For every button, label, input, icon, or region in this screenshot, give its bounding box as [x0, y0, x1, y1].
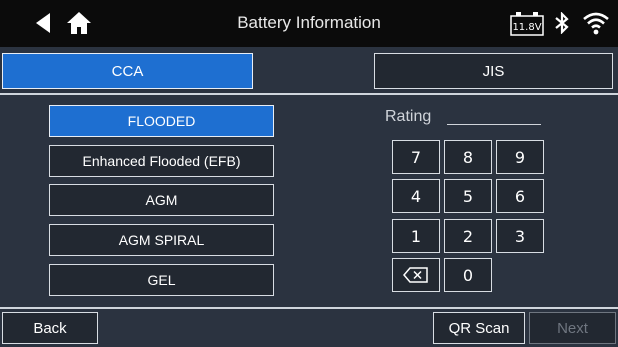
battery-voltage-icon: 11.8V [510, 12, 544, 36]
battery-type-efb[interactable]: Enhanced Flooded (EFB) [49, 145, 274, 177]
key-3[interactable]: 3 [496, 219, 544, 253]
battery-type-agm-spiral[interactable]: AGM SPIRAL [49, 224, 274, 256]
battery-type-gel[interactable]: GEL [49, 264, 274, 296]
backspace-key[interactable] [392, 258, 440, 292]
bluetooth-icon [555, 12, 569, 34]
key-7[interactable]: 7 [392, 140, 440, 174]
key-0[interactable]: 0 [444, 258, 492, 292]
wifi-icon [583, 12, 609, 35]
battery-voltage-label: 11.8V [512, 22, 541, 33]
header-bar: Battery Information 11.8V [0, 0, 618, 47]
tab-jis[interactable]: JIS [374, 53, 613, 89]
tab-cca[interactable]: CCA [2, 53, 253, 89]
footer-divider [0, 307, 618, 309]
key-4[interactable]: 4 [392, 179, 440, 213]
key-8[interactable]: 8 [444, 140, 492, 174]
key-1[interactable]: 1 [392, 219, 440, 253]
rating-input-line[interactable] [447, 124, 541, 125]
tabs-divider [0, 93, 618, 95]
battery-type-agm[interactable]: AGM [49, 184, 274, 216]
key-9[interactable]: 9 [496, 140, 544, 174]
rating-label: Rating [385, 108, 432, 125]
next-button[interactable]: Next [529, 312, 616, 344]
qr-scan-button[interactable]: QR Scan [433, 312, 525, 344]
key-6[interactable]: 6 [496, 179, 544, 213]
battery-type-flooded[interactable]: FLOODED [49, 105, 274, 137]
key-2[interactable]: 2 [444, 219, 492, 253]
back-button[interactable]: Back [2, 312, 98, 344]
backspace-icon [403, 267, 428, 283]
key-5[interactable]: 5 [444, 179, 492, 213]
